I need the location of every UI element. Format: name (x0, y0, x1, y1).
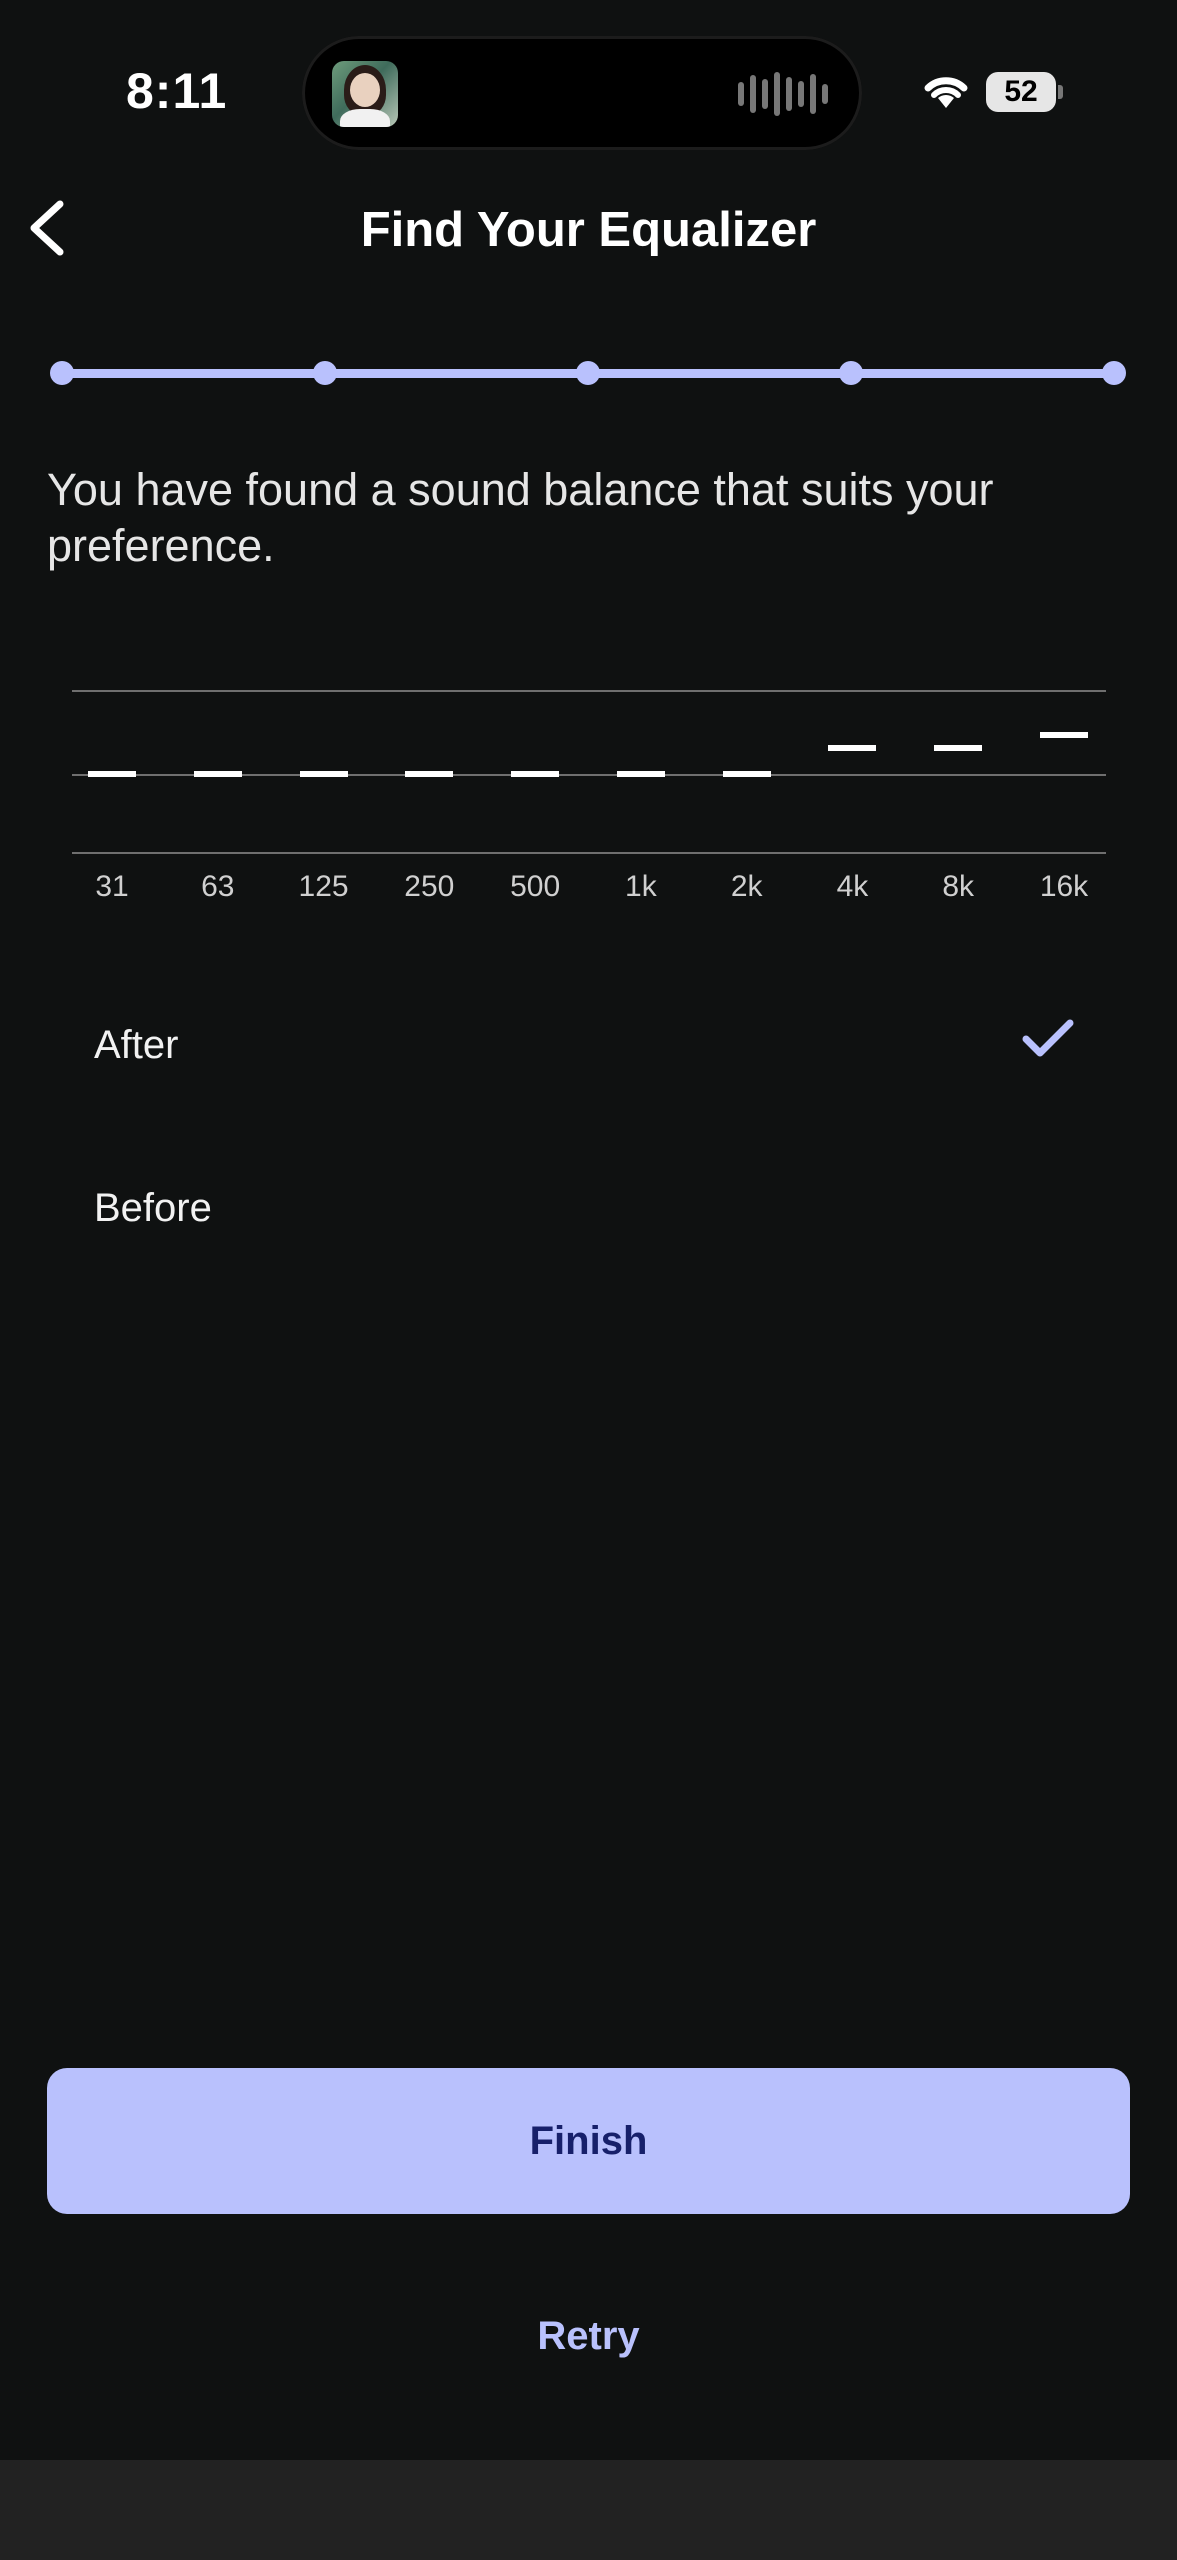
eq-band-label: 4k (836, 870, 869, 903)
eq-band-label: 250 (404, 870, 455, 903)
check-icon (1022, 1019, 1074, 1057)
option-before-label: Before (94, 1186, 212, 1230)
eq-band-label: 8k (942, 870, 975, 903)
eq-band-bar (299, 771, 348, 777)
eq-band-label: 63 (201, 870, 235, 903)
eq-band-label: 500 (510, 870, 561, 903)
eq-band-bar (88, 771, 136, 777)
stepper-dot (576, 361, 600, 385)
finish-button[interactable]: Finish (47, 2068, 1130, 2214)
dynamic-island[interactable] (302, 36, 862, 150)
battery-indicator: 52 (986, 72, 1056, 112)
bottom-bar (0, 2460, 1177, 2560)
eq-band-bar (828, 745, 877, 752)
eq-band-bar (511, 771, 560, 777)
eq-band-bar (405, 771, 454, 777)
equalizer-chart: 31 63 125 250 500 1k 2k 4k 8k 16k (72, 690, 1106, 910)
option-after-label: After (94, 1023, 179, 1067)
battery-cap (1058, 85, 1063, 99)
eq-band-bar (193, 771, 242, 777)
eq-band-label: 125 (298, 870, 349, 903)
status-time: 8:11 (126, 63, 228, 119)
option-after[interactable]: After (0, 985, 1177, 1105)
result-message: You have found a sound balance that suit… (47, 464, 994, 571)
eq-band-bar (934, 745, 983, 752)
stepper-dot (50, 361, 74, 385)
stepper-dot (839, 361, 863, 385)
eq-band-bar (1040, 732, 1088, 738)
wifi-icon (924, 77, 968, 108)
eq-bottom-line (72, 852, 1106, 854)
stepper-dot (1102, 361, 1126, 385)
now-playing-artwork[interactable] (332, 61, 398, 127)
eq-band-label: 2k (730, 870, 763, 903)
eq-band-label: 31 (95, 870, 129, 903)
eq-band-label: 1k (625, 870, 657, 903)
stepper-dot (313, 361, 337, 385)
audio-waveform-icon (738, 70, 828, 118)
option-before[interactable]: Before (0, 1148, 1177, 1268)
eq-band-label: 16k (1039, 870, 1089, 903)
eq-top-line (72, 690, 1106, 692)
eq-band-bar (722, 771, 771, 777)
progress-stepper (50, 361, 1126, 385)
page-title: Find Your Equalizer (360, 203, 817, 257)
retry-button[interactable]: Retry (0, 2296, 1177, 2376)
eq-band-bar (616, 771, 665, 777)
